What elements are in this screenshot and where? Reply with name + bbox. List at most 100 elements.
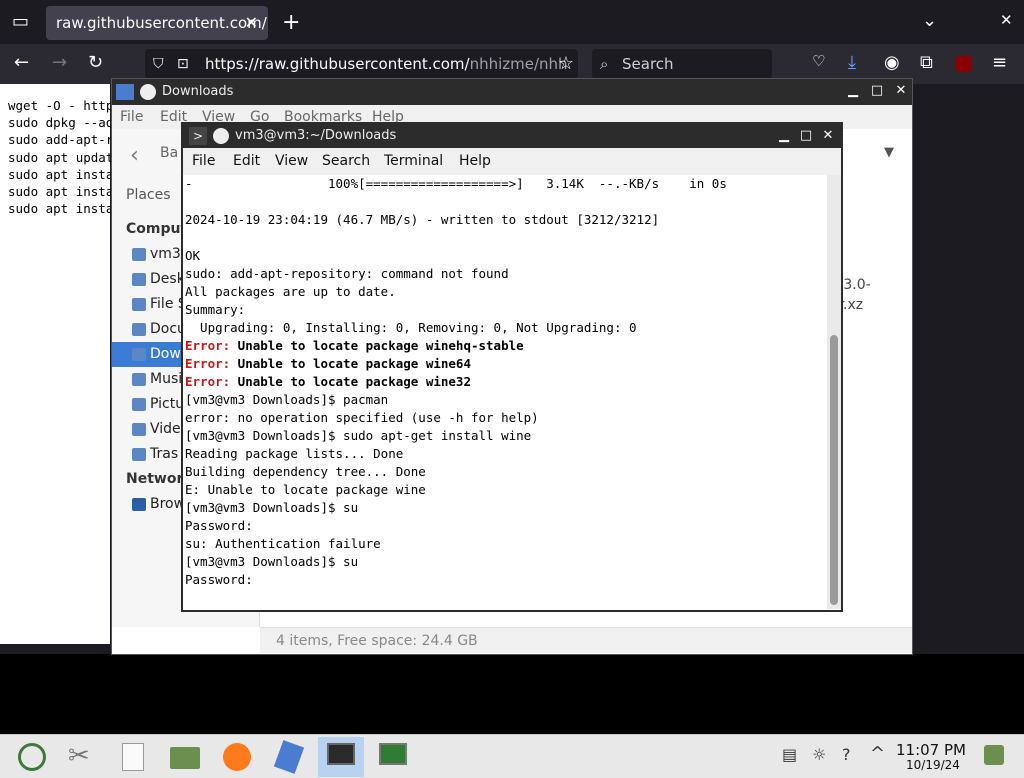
clipboard-icon[interactable]: ▤	[782, 745, 797, 764]
tab-overflow-chevron-icon[interactable]: ⌄	[922, 10, 937, 31]
ublock-icon[interactable]	[956, 56, 972, 72]
close-button[interactable]: ✕	[819, 127, 837, 145]
window-close-icon[interactable]: ✕	[1000, 11, 1013, 29]
term-menu-edit[interactable]: Edit	[233, 148, 260, 175]
back-label[interactable]: Ba	[160, 145, 178, 161]
bookmark-star-icon[interactable]: ☆	[558, 49, 574, 79]
sidebar-item-label: Musi	[150, 371, 183, 387]
network-icon	[132, 498, 146, 511]
screenshot-tool-icon	[273, 740, 305, 774]
terminal-titlebar: > vm3@vm3:~/Downloads ▁ □ ✕	[183, 124, 841, 148]
back-chevron-icon[interactable]: ‹	[130, 143, 139, 168]
clock-time[interactable]: 11:07 PM	[896, 741, 966, 759]
terminal-line: - 100%[===================>] 3.14K --.-K…	[185, 176, 727, 191]
desktop-background	[0, 654, 1024, 734]
clock-date[interactable]: 10/19/24	[906, 758, 960, 772]
network-header: Networ	[126, 471, 184, 487]
error-message: Unable to locate package wine64	[230, 356, 471, 371]
terminal-line: Error: Unable to locate package winehq-s…	[185, 337, 825, 355]
tab-list-icon[interactable]: ▭	[12, 11, 29, 32]
url-prefix: https://raw.githubusercontent.com/	[205, 55, 470, 73]
error-message: Unable to locate package wine32	[230, 374, 471, 389]
terminal-line: Reading package lists... Done	[185, 446, 404, 461]
text-editor-icon	[122, 743, 144, 771]
folder-icon	[132, 348, 146, 361]
account-icon[interactable]: ◉	[884, 52, 900, 73]
start-menu-button[interactable]	[8, 737, 54, 777]
firefox-icon	[223, 743, 251, 771]
terminal-scrollbar[interactable]	[827, 175, 841, 609]
sidebar-item-label: Brow	[150, 496, 186, 512]
maximize-button[interactable]: □	[797, 127, 815, 145]
task-terminal[interactable]	[318, 737, 364, 777]
browser-tab[interactable]: raw.githubusercontent.com/ ✕	[46, 6, 268, 40]
pocket-icon[interactable]: ♡	[812, 52, 825, 70]
close-button[interactable]: ✕	[892, 82, 910, 100]
folder-icon	[132, 423, 146, 436]
menu-hamburger-icon[interactable]: ≡	[992, 52, 1007, 73]
folder-icon	[132, 373, 146, 386]
minimize-button[interactable]: ▁	[844, 82, 862, 100]
lock-icon[interactable]: ⊡	[177, 49, 189, 79]
tray-expand-chevron-icon[interactable]: ^	[870, 743, 885, 764]
terminal-line: Password:	[185, 572, 253, 587]
download-icon[interactable]: ⤓	[848, 52, 856, 73]
places-label[interactable]: Places	[126, 187, 171, 203]
tab-close-button[interactable]: ✕	[245, 6, 258, 40]
task-settings[interactable]: ✂	[58, 737, 104, 777]
task-text-editor[interactable]	[110, 737, 156, 777]
view-dropdown-icon[interactable]: ▼	[884, 145, 894, 160]
help-icon[interactable]: ?	[842, 745, 851, 764]
task-system-monitor[interactable]	[370, 737, 416, 777]
terminal-line: E: Unable to locate package wine	[185, 482, 426, 497]
file-manager-title: Downloads	[162, 84, 234, 99]
search-input[interactable]: ⌕ Search	[592, 49, 772, 79]
file-manager-titlebar: Downloads ▁ □ ✕	[112, 79, 912, 105]
terminal-line: su: Authentication failure	[185, 536, 381, 551]
back-arrow-icon[interactable]: ←	[14, 52, 29, 73]
reload-icon[interactable]: ↻	[88, 52, 103, 73]
terminal-output[interactable]: - 100%[===================>] 3.14K --.-K…	[185, 175, 825, 611]
extensions-icon[interactable]: ⧉	[920, 52, 933, 73]
term-menu-view[interactable]: View	[275, 148, 308, 175]
shield-icon[interactable]: ⛉	[153, 49, 164, 79]
url-bar[interactable]: ⛉ ⊡ https://raw.githubusercontent.com/nh…	[145, 49, 578, 79]
status-text: 4 items, Free space: 24.4 GB	[276, 633, 478, 649]
task-file-manager[interactable]	[162, 737, 208, 777]
brightness-icon[interactable]: ☼	[812, 745, 826, 764]
fm-menu-file[interactable]: File	[120, 105, 143, 129]
window-menu-icon[interactable]	[213, 128, 229, 144]
folder-icon	[132, 398, 146, 411]
terminal-icon: >	[189, 127, 207, 145]
monitor-icon	[379, 743, 407, 765]
task-screenshot[interactable]	[266, 737, 312, 777]
page-content: wget -O - http sudo dpkg --ad sudo add-a…	[0, 84, 113, 644]
term-menu-file[interactable]: File	[192, 148, 215, 175]
show-desktop-icon[interactable]	[984, 745, 1004, 765]
error-prefix: Error:	[185, 356, 231, 371]
minimize-button[interactable]: ▁	[775, 127, 793, 145]
maximize-button[interactable]: □	[868, 82, 886, 100]
new-tab-button[interactable]: +	[282, 10, 300, 35]
window-menu-icon[interactable]	[140, 84, 156, 100]
folder-icon	[132, 448, 146, 461]
scrollbar-thumb[interactable]	[830, 335, 838, 605]
taskbar: ✂ ▤ ☼ ? ^ 11:07 PM 10/19/24	[0, 734, 1024, 778]
folder-icon	[170, 747, 200, 769]
terminal-line: [vm3@vm3 Downloads]$ sudo apt-get instal…	[185, 428, 532, 443]
computer-header: Comput	[126, 221, 188, 237]
term-menu-search[interactable]: Search	[322, 148, 370, 175]
task-firefox[interactable]	[214, 737, 260, 777]
sidebar-item-label: Desk	[150, 271, 185, 287]
terminal-line: Error: Unable to locate package wine64	[185, 355, 825, 373]
terminal-line: All packages are up to date.	[185, 284, 396, 299]
term-menu-help[interactable]: Help	[459, 148, 491, 175]
sidebar-item-label: Dow	[150, 346, 181, 362]
search-icon: ⌕	[600, 55, 609, 73]
terminal-line: [vm3@vm3 Downloads]$ su	[185, 554, 359, 569]
terminal-line: [vm3@vm3 Downloads]$ pacman	[185, 392, 389, 407]
status-bar: 4 items, Free space: 24.4 GB	[260, 627, 912, 653]
terminal-line: OK	[185, 248, 201, 263]
forward-arrow-icon[interactable]: →	[52, 52, 67, 73]
term-menu-terminal[interactable]: Terminal	[384, 148, 443, 175]
